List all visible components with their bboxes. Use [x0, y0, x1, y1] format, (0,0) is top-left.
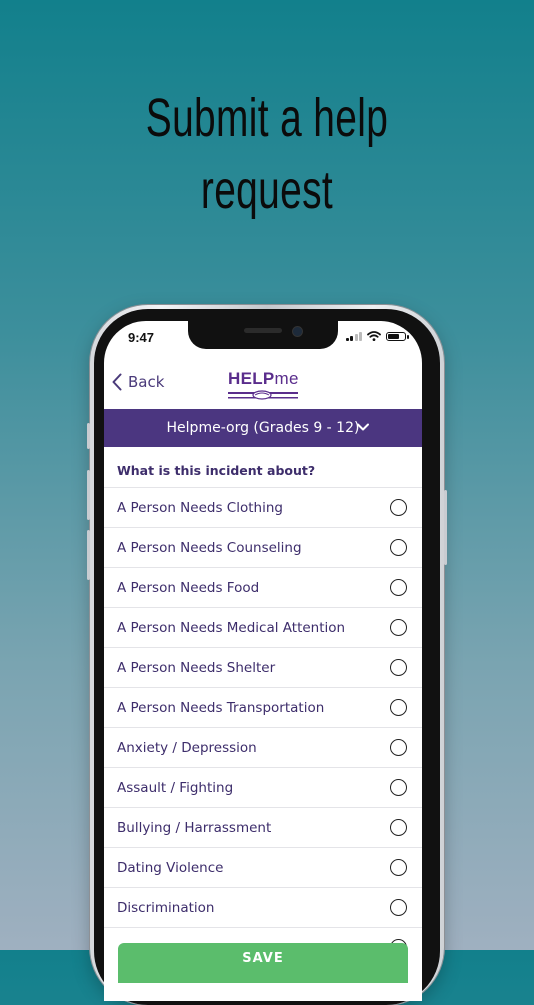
option-label: A Person Needs Medical Attention — [117, 619, 346, 636]
radio-icon[interactable] — [390, 819, 407, 836]
option-row[interactable]: Dating Violence — [104, 847, 422, 887]
radio-icon[interactable] — [390, 499, 407, 516]
option-label: A Person Needs Transportation — [117, 699, 325, 716]
logo-sub: me — [274, 369, 299, 388]
chevron-left-icon — [112, 373, 122, 391]
back-button[interactable]: Back — [112, 373, 164, 391]
signal-icon — [345, 331, 362, 341]
option-row[interactable]: A Person Needs Medical Attention — [104, 607, 422, 647]
status-icons — [345, 331, 409, 341]
option-label: Anxiety / Depression — [117, 739, 257, 756]
radio-icon[interactable] — [390, 739, 407, 756]
option-row[interactable]: A Person Needs Clothing — [104, 487, 422, 527]
radio-icon[interactable] — [390, 619, 407, 636]
radio-icon[interactable] — [390, 779, 407, 796]
option-row[interactable]: Assault / Fighting — [104, 767, 422, 807]
handshake-icon — [228, 390, 298, 400]
option-label: Bullying / Harrassment — [117, 819, 272, 836]
option-row[interactable]: A Person Needs Shelter — [104, 647, 422, 687]
volume-down-button — [87, 530, 90, 580]
option-label: Assault / Fighting — [117, 779, 234, 796]
radio-icon[interactable] — [390, 659, 407, 676]
volume-up-button — [87, 470, 90, 520]
phone-frame: 9:47 Back HELPme Helpme-org (Grades 9 - … — [87, 305, 447, 1005]
option-label: A Person Needs Food — [117, 579, 260, 596]
wifi-icon — [367, 331, 381, 341]
org-selector-label: Helpme-org (Grades 9 - 12) — [166, 420, 360, 436]
option-row[interactable]: Anxiety / Depression — [104, 727, 422, 767]
option-label: Dating Violence — [117, 859, 224, 876]
option-label: A Person Needs Counseling — [117, 539, 302, 556]
option-row[interactable]: A Person Needs Counseling — [104, 527, 422, 567]
option-label: A Person Needs Shelter — [117, 659, 276, 676]
camera — [292, 326, 303, 337]
headline-line-1: Submit a help — [145, 88, 389, 148]
radio-icon[interactable] — [390, 579, 407, 596]
radio-icon[interactable] — [390, 699, 407, 716]
headline-line-2: request — [200, 160, 334, 220]
radio-icon[interactable] — [390, 539, 407, 556]
nav-bar: Back HELPme — [104, 359, 422, 409]
question-heading: What is this incident about? — [117, 463, 316, 478]
app-logo: HELPme — [228, 369, 308, 401]
option-row[interactable]: Bullying / Harrassment — [104, 807, 422, 847]
option-label: A Person Needs Clothing — [117, 499, 283, 516]
option-row[interactable]: Discrimination — [104, 887, 422, 927]
radio-icon[interactable] — [390, 859, 407, 876]
option-row[interactable]: A Person Needs Transportation — [104, 687, 422, 727]
option-row[interactable]: A Person Needs Food — [104, 567, 422, 607]
save-label: SAVE — [242, 951, 284, 966]
status-time: 9:47 — [128, 330, 155, 345]
save-button[interactable]: SAVE — [118, 943, 408, 983]
option-label: Discrimination — [117, 899, 215, 916]
chevron-down-icon — [357, 423, 369, 431]
radio-icon[interactable] — [390, 899, 407, 916]
incident-options-list: A Person Needs Clothing A Person Needs C… — [104, 487, 422, 967]
logo-wordmark: HELPme — [228, 369, 308, 389]
battery-icon — [386, 331, 409, 341]
org-selector[interactable]: Helpme-org (Grades 9 - 12) — [104, 409, 422, 447]
back-label: Back — [128, 373, 165, 391]
speaker — [244, 328, 282, 333]
mute-switch — [87, 423, 90, 449]
power-button — [444, 490, 447, 565]
logo-main: HELP — [228, 369, 275, 388]
headline: Submit a help request — [75, 82, 459, 226]
app-screen: 9:47 Back HELPme Helpme-org (Grades 9 - … — [104, 321, 422, 1001]
notch — [188, 321, 338, 349]
